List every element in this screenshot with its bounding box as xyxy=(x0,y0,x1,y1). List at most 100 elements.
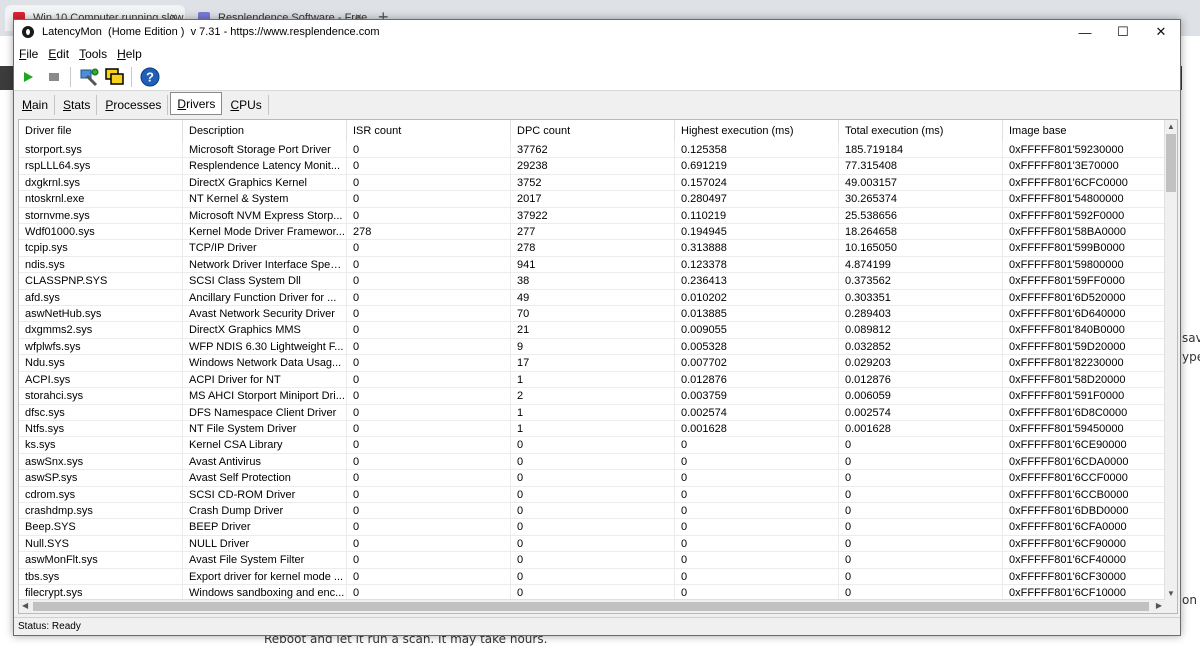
page-text-fragment: on xyxy=(1182,593,1197,607)
table-cell: 0 xyxy=(839,568,1003,585)
table-row[interactable]: ntoskrnl.exe NT Kernel & System 0 2017 0.280… xyxy=(19,191,1165,208)
tool-button[interactable] xyxy=(77,66,101,88)
column-header[interactable]: Total execution (ms) xyxy=(839,120,1003,142)
table-row[interactable]: afd.sys Ancillary Function Driver for ...… xyxy=(19,289,1165,307)
scroll-left-icon[interactable]: ◀ xyxy=(22,601,28,610)
table-row[interactable]: ACPI.sys ACPI Driver for NT 0 1 0.012876 0.01… xyxy=(19,371,1165,389)
table-row[interactable]: aswSP.sys Avast Self Protection 0 0 0 0 0xFFFF… xyxy=(19,470,1165,487)
table-cell: Microsoft Storage Port Driver xyxy=(183,142,347,159)
table-cell: 0xFFFFF801'6CCF0000 xyxy=(1003,470,1165,487)
vertical-scroll-thumb[interactable] xyxy=(1166,134,1176,192)
table-cell: 0 xyxy=(347,519,511,536)
toolbar: ? xyxy=(14,64,1180,91)
menu-file[interactable]: File xyxy=(14,47,43,61)
table-cell: 18.264658 xyxy=(839,224,1003,241)
table-cell: 0xFFFFF801'6CF90000 xyxy=(1003,535,1165,553)
table-cell: Avast Antivirus xyxy=(183,453,347,471)
table-row[interactable]: Null.SYS NULL Driver 0 0 0 0 0xFFFFF801'6CF900… xyxy=(19,535,1165,553)
table-row[interactable]: Ntfs.sys NT File System Driver 0 1 0.001628 0… xyxy=(19,420,1165,438)
table-row[interactable]: storahci.sys MS AHCI Storport Miniport Dr… xyxy=(19,388,1165,405)
table-row[interactable]: tcpip.sys TCP/IP Driver 0 278 0.313888 10.165… xyxy=(19,240,1165,257)
table-row[interactable]: Ndu.sys Windows Network Data Usag... 0 17 0.… xyxy=(19,355,1165,372)
table-row[interactable]: Beep.SYS BEEP Driver 0 0 0 0 0xFFFFF801'6CFA00… xyxy=(19,519,1165,536)
table-cell: Null.SYS xyxy=(19,535,183,553)
close-button[interactable]: ✕ xyxy=(1142,20,1180,44)
column-header[interactable]: Highest execution (ms) xyxy=(675,120,839,142)
table-row[interactable]: dxgmms2.sys DirectX Graphics MMS 0 21 0.0090… xyxy=(19,322,1165,339)
table-row[interactable]: wfplwfs.sys WFP NDIS 6.30 Lightweight F..… xyxy=(19,338,1165,356)
table-row[interactable]: CLASSPNP.SYS SCSI Class System Dll 0 38 0.23… xyxy=(19,273,1165,290)
table-row[interactable]: Wdf01000.sys Kernel Mode Driver Framewor.… xyxy=(19,224,1165,241)
scroll-right-icon[interactable]: ▶ xyxy=(1156,601,1162,610)
table-row[interactable]: aswMonFlt.sys Avast File System Filter 0 0 0… xyxy=(19,552,1165,569)
table-cell: 0xFFFFF801'6CCB0000 xyxy=(1003,486,1165,503)
horizontal-scrollbar[interactable]: ◀ ▶ xyxy=(19,599,1165,613)
table-row[interactable]: aswSnx.sys Avast Antivirus 0 0 0 0 0xFFFFF801'… xyxy=(19,453,1165,471)
table-cell: stornvme.sys xyxy=(19,207,183,225)
scroll-up-icon[interactable]: ▲ xyxy=(1167,122,1175,131)
table-cell: Crash Dump Driver xyxy=(183,502,347,520)
help-button[interactable]: ? xyxy=(138,66,162,88)
column-header[interactable]: Image base xyxy=(1003,120,1165,142)
vertical-scrollbar[interactable]: ▲ ▼ xyxy=(1164,120,1177,600)
table-cell: Microsoft NVM Express Storp... xyxy=(183,207,347,225)
table-cell: DFS Namespace Client Driver xyxy=(183,404,347,421)
table-cell: 0 xyxy=(347,273,511,290)
column-header[interactable]: Driver file xyxy=(19,120,183,142)
column-header[interactable]: Description xyxy=(183,120,347,142)
table-row[interactable]: ndis.sys Network Driver Interface Speci..… xyxy=(19,256,1165,274)
table-row[interactable]: cdrom.sys SCSI CD-ROM Driver 0 0 0 0 0xFFFFF80… xyxy=(19,486,1165,503)
table-cell: BEEP Driver xyxy=(183,519,347,536)
table-cell: 0 xyxy=(839,437,1003,454)
table-cell: 0 xyxy=(347,306,511,323)
table-cell: 10.165050 xyxy=(839,240,1003,257)
maximize-button[interactable]: ☐ xyxy=(1104,20,1142,44)
table-cell: Ntfs.sys xyxy=(19,420,183,438)
column-header[interactable]: DPC count xyxy=(511,120,675,142)
table-cell: 0xFFFFF801'592F0000 xyxy=(1003,207,1165,225)
table-row[interactable]: crashdmp.sys Crash Dump Driver 0 0 0 0 0xFFFFF… xyxy=(19,502,1165,520)
table-cell: 49 xyxy=(511,289,675,307)
table-cell: 0xFFFFF801'6CFA0000 xyxy=(1003,519,1165,536)
start-button[interactable] xyxy=(16,66,40,88)
tab-main[interactable]: Main xyxy=(16,95,56,115)
table-cell: 3752 xyxy=(511,174,675,192)
table-cell: DirectX Graphics MMS xyxy=(183,322,347,339)
windows-button[interactable] xyxy=(103,66,127,88)
table-cell: 0.009055 xyxy=(675,322,839,339)
table-row[interactable]: rspLLL64.sys Resplendence Latency Monit..… xyxy=(19,158,1165,175)
scroll-down-icon[interactable]: ▼ xyxy=(1167,589,1175,598)
table-cell: 0 xyxy=(675,437,839,454)
table-cell: 0.001628 xyxy=(675,420,839,438)
table-row[interactable]: stornvme.sys Microsoft NVM Express Storp.… xyxy=(19,207,1165,225)
table-cell: 0.194945 xyxy=(675,224,839,241)
menu-tools[interactable]: Tools xyxy=(74,47,112,61)
table-row[interactable]: ks.sys Kernel CSA Library 0 0 0 0 0xFFFFF801'6… xyxy=(19,437,1165,454)
table-cell: crashdmp.sys xyxy=(19,502,183,520)
horizontal-scroll-thumb[interactable] xyxy=(33,602,1149,611)
table-cell: 0.012876 xyxy=(675,371,839,389)
tab-processes[interactable]: Processes xyxy=(99,95,169,115)
table-cell: aswSnx.sys xyxy=(19,453,183,471)
minimize-button[interactable]: — xyxy=(1066,20,1104,44)
tab-drivers[interactable]: Drivers xyxy=(170,92,223,115)
table-cell: 0.010202 xyxy=(675,289,839,307)
table-cell: 278 xyxy=(347,224,511,241)
table-row[interactable]: dxgkrnl.sys DirectX Graphics Kernel 0 3752 0… xyxy=(19,174,1165,192)
tab-stats[interactable]: Stats xyxy=(57,95,98,115)
menu-help[interactable]: Help xyxy=(112,47,147,61)
table-row[interactable]: tbs.sys Export driver for kernel mode ...… xyxy=(19,568,1165,585)
stop-button[interactable] xyxy=(42,66,66,88)
column-header[interactable]: ISR count xyxy=(347,120,511,142)
menu-edit[interactable]: Edit xyxy=(43,47,74,61)
table-row[interactable]: dfsc.sys DFS Namespace Client Driver 0 1 0.0… xyxy=(19,404,1165,421)
table-row[interactable]: aswNetHub.sys Avast Network Security Driv… xyxy=(19,306,1165,323)
table-row[interactable]: storport.sys Microsoft Storage Port Drive… xyxy=(19,142,1165,159)
tab-cpus[interactable]: C PUs xyxy=(224,95,269,115)
table-cell: storahci.sys xyxy=(19,388,183,405)
table-cell: Avast Network Security Driver xyxy=(183,306,347,323)
table-cell: 0xFFFFF801'6CF40000 xyxy=(1003,552,1165,569)
table-cell: 0 xyxy=(511,437,675,454)
title-bar[interactable]: LatencyMon (Home Edition ) v 7.31 - http… xyxy=(14,20,1180,44)
table-cell: 0.002574 xyxy=(675,404,839,421)
